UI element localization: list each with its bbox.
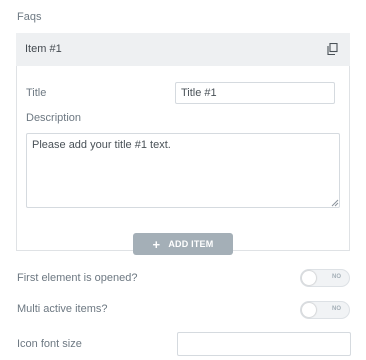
switch-knob [302, 271, 316, 285]
title-label: Title [26, 87, 47, 99]
add-item-label: ADD ITEM [168, 239, 214, 249]
faqs-panel: Faqs Item #1 Title Description Please ad… [0, 0, 366, 360]
switch-state-text: NO [332, 306, 341, 312]
plus-icon: + [152, 236, 161, 252]
repeater-item-title[interactable]: Item #1 [25, 43, 62, 55]
first-opened-label: First element is opened? [17, 272, 138, 284]
description-textarea[interactable]: Please add your title #1 text. [26, 133, 340, 208]
multi-active-switch[interactable]: NO [300, 301, 350, 319]
icon-font-size-label: Icon font size [17, 338, 82, 350]
title-input[interactable] [175, 82, 335, 104]
resize-grip-icon[interactable] [330, 198, 339, 207]
repeater-item-header[interactable]: Item #1 [16, 33, 350, 66]
description-label: Description [26, 112, 82, 124]
add-item-button[interactable]: + ADD ITEM [133, 233, 233, 255]
repeater: Item #1 Title Description Please add you… [16, 33, 350, 251]
section-label: Faqs [17, 11, 42, 23]
icon-font-size-input[interactable] [177, 332, 351, 356]
switch-knob [302, 303, 316, 317]
switch-state-text: NO [332, 274, 341, 280]
first-opened-switch[interactable]: NO [300, 269, 350, 287]
multi-active-label: Multi active items? [17, 303, 108, 315]
copy-icon[interactable] [327, 43, 338, 55]
